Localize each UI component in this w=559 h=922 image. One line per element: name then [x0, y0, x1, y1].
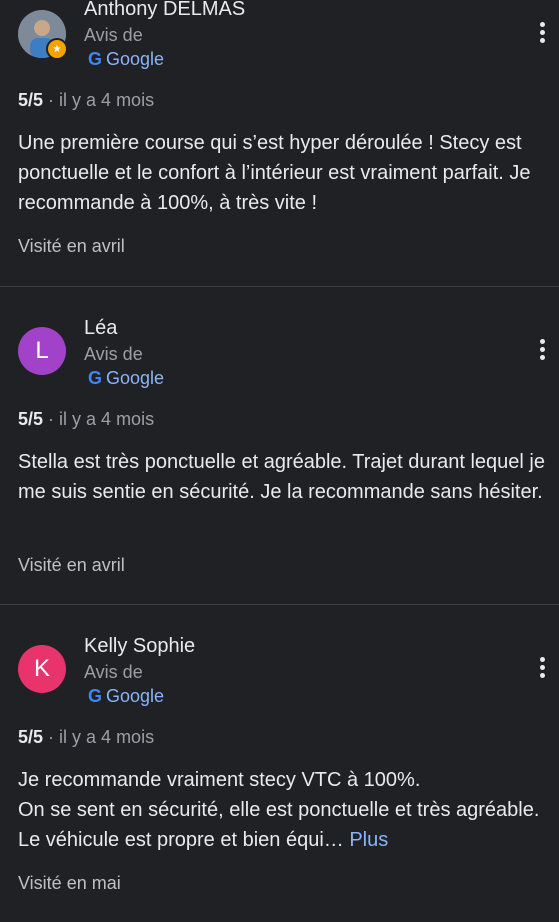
- review-meta: 5/5 · il y a 4 mois: [18, 90, 154, 111]
- reviewer-name[interactable]: Anthony DELMAS: [84, 0, 245, 21]
- rating-score: 5/5: [18, 90, 44, 110]
- review-meta: 5/5 · il y a 4 mois: [18, 409, 154, 430]
- review-text: Stella est très ponctuelle et agréable. …: [18, 451, 545, 503]
- google-label: Google: [106, 49, 165, 69]
- review-source-label: Avis de: [84, 344, 143, 364]
- rating-score: 5/5: [18, 409, 44, 429]
- avatar[interactable]: L: [18, 327, 66, 375]
- more-options-icon[interactable]: [537, 339, 547, 360]
- google-label: Google: [106, 368, 165, 388]
- avatar[interactable]: K: [18, 645, 66, 693]
- review-source-label: Avis de: [84, 662, 143, 682]
- more-options-icon[interactable]: [537, 657, 547, 678]
- avatar-initial: K: [33, 655, 50, 682]
- google-g-icon: G: [88, 686, 103, 706]
- google-label: Google: [106, 686, 165, 706]
- google-g-icon: G: [88, 49, 103, 69]
- google-source: G Google: [88, 686, 164, 707]
- review-date: · il y a 4 mois: [48, 409, 155, 429]
- visit-date: Visité en avril: [18, 236, 125, 256]
- review-meta: 5/5 · il y a 4 mois: [18, 727, 154, 748]
- reviewer-name[interactable]: Kelly Sophie: [84, 635, 195, 658]
- visit-date: Visité en mai: [18, 873, 121, 893]
- more-options-icon[interactable]: [537, 22, 547, 43]
- review-card: L Léa Avis de G Google 5/5 · il y a 4 mo…: [0, 286, 559, 604]
- avatar-initial: L: [35, 337, 49, 364]
- review-text-rest: On se sent en sécurité, elle est ponctue…: [18, 799, 540, 851]
- google-g-icon: G: [88, 368, 103, 388]
- visit-date: Visité en avril: [18, 555, 125, 575]
- google-source: G Google: [88, 368, 164, 389]
- review-date: · il y a 4 mois: [48, 90, 155, 110]
- more-link[interactable]: Plus: [349, 829, 388, 851]
- review-card: K Kelly Sophie Avis de G Google 5/5 · il…: [0, 604, 559, 922]
- rating-score: 5/5: [18, 727, 44, 747]
- review-text-line: Je recommande vraiment stecy VTC à 100%.: [18, 769, 421, 791]
- review-text: Je recommande vraiment stecy VTC à 100%.…: [18, 765, 553, 855]
- review-card: ★ Anthony DELMAS Avis de G Google 5/5 · …: [0, 0, 559, 286]
- local-guide-star-icon: ★: [46, 38, 68, 60]
- review-date: · il y a 4 mois: [48, 727, 155, 747]
- review-text: Une première course qui s’est hyper déro…: [18, 132, 531, 214]
- google-source: G Google: [88, 49, 164, 70]
- avatar[interactable]: ★: [18, 10, 68, 60]
- review-source-label: Avis de: [84, 25, 143, 45]
- reviewer-name[interactable]: Léa: [84, 317, 117, 340]
